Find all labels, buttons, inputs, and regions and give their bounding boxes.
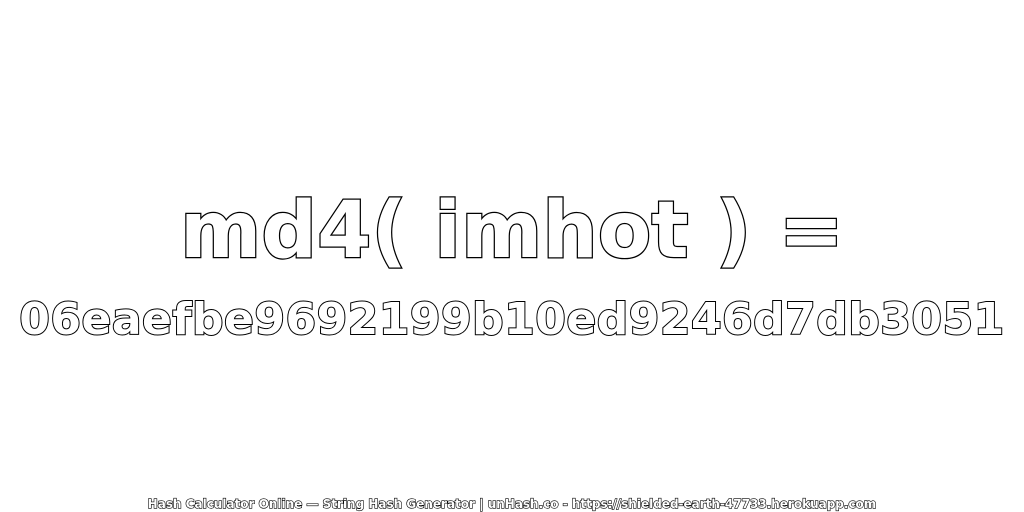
- hash-value: 06eaefbe9692199b10ed9246d7db3051: [18, 293, 1005, 346]
- hash-result-card: md4( imhot ) = 06eaefbe9692199b10ed9246d…: [0, 0, 1024, 512]
- hash-expression: md4( imhot ) =: [179, 185, 845, 278]
- site-footer: Hash Calculator Online — String Hash Gen…: [147, 496, 877, 511]
